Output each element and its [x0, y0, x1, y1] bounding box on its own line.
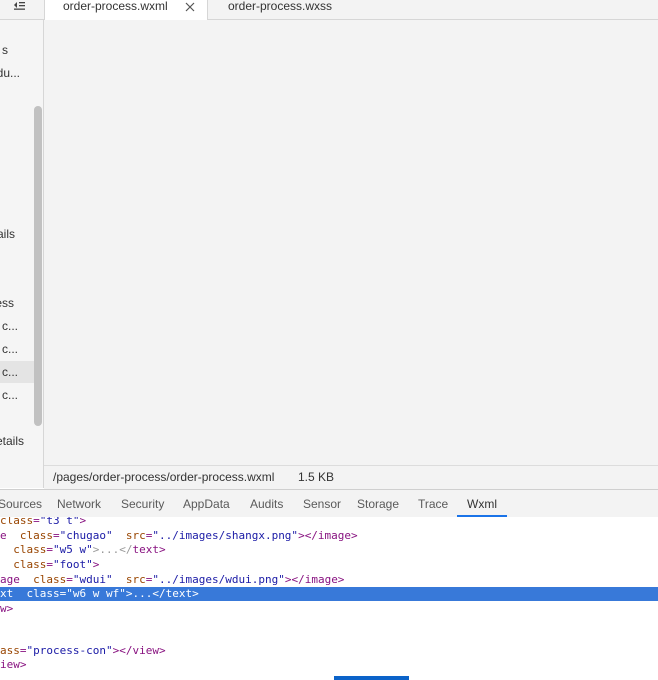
editor-tab-bar: order-process.wxml order-process.wxss: [0, 0, 658, 20]
file-tree-item[interactable]: etails: [0, 430, 43, 452]
wxml-node[interactable]: age class="wdui" src="../images/wdui.png…: [0, 573, 658, 587]
wxml-node[interactable]: iew>: [0, 658, 658, 672]
tab-sources[interactable]: Sources: [0, 490, 42, 517]
tab-audits[interactable]: Audits: [250, 490, 283, 517]
tab-security[interactable]: Security: [121, 490, 164, 517]
outline-toggle-icon[interactable]: [12, 0, 26, 14]
wxml-node[interactable]: class="foot">: [0, 558, 658, 572]
tab-trace[interactable]: Trace: [418, 490, 448, 517]
file-tree-item[interactable]: c...: [0, 338, 34, 360]
tab-network[interactable]: Network: [57, 490, 101, 517]
file-tree-item-selected[interactable]: c...: [0, 361, 34, 383]
file-tree: s du... ails ess c... c... c... c... eta…: [0, 20, 44, 488]
tab-label: order-process.wxss: [228, 0, 333, 13]
editor-status-bar: /pages/order-process/order-process.wxml …: [44, 465, 658, 489]
file-tree-item[interactable]: ails: [0, 223, 34, 245]
tab-sensor[interactable]: Sensor: [303, 490, 341, 517]
console-strip: [0, 676, 658, 680]
wxml-node[interactable]: class="t3 t">: [0, 517, 658, 528]
tab-appdata[interactable]: AppData: [183, 490, 230, 517]
file-tree-scrollbar[interactable]: [34, 106, 42, 426]
close-icon[interactable]: [185, 0, 195, 12]
tab-storage[interactable]: Storage: [357, 490, 399, 517]
devtools-tab-bar: Sources Network Security AppData Audits …: [0, 489, 658, 518]
wxml-node[interactable]: w>: [0, 602, 658, 616]
code-editor[interactable]: [44, 20, 658, 465]
file-tree-item[interactable]: ess: [0, 292, 34, 314]
wxml-node[interactable]: class="w5 w">...</text>: [0, 543, 658, 557]
wxml-node[interactable]: e class="chugao" src="../images/shangx.p…: [0, 529, 658, 543]
tab-wxml[interactable]: Wxml: [457, 490, 507, 517]
selection-highlight: [334, 676, 409, 680]
file-tree-item[interactable]: du...: [0, 62, 34, 84]
file-path: /pages/order-process/order-process.wxml: [53, 470, 275, 484]
wxml-tree: class="t3 t"> e class="chugao" src="../i…: [0, 517, 658, 677]
wxml-node[interactable]: ass="process-con"></view>: [0, 644, 658, 658]
file-tree-item[interactable]: c...: [0, 315, 34, 337]
file-tree-item[interactable]: c...: [0, 384, 34, 406]
file-size: 1.5 KB: [298, 470, 335, 484]
file-tree-item[interactable]: s: [0, 39, 34, 61]
tab-order-process-wxml[interactable]: order-process.wxml: [44, 0, 208, 20]
tab-label: order-process.wxml: [63, 0, 168, 13]
tab-order-process-wxss[interactable]: order-process.wxss: [228, 0, 332, 19]
wxml-node-selected[interactable]: xt class="w6 w wf">...</text>: [0, 587, 658, 601]
